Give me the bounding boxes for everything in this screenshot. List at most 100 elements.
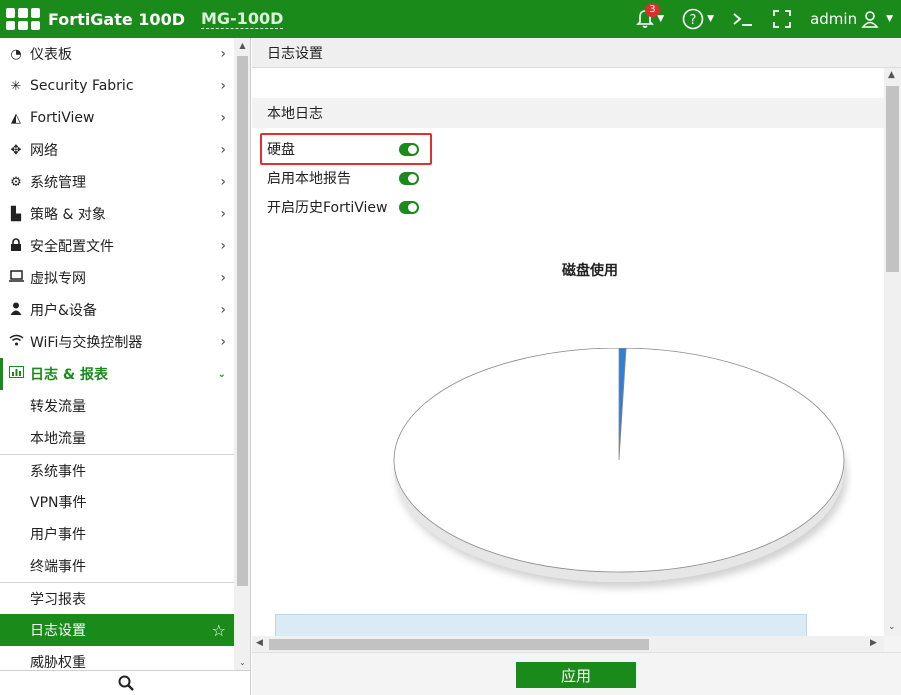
toggle-label: 硬盘 <box>267 142 295 158</box>
sidebar-item-log-report[interactable]: 日志 & 报表 ⌄ <box>0 358 234 390</box>
info-bar <box>275 614 807 636</box>
scroll-up-icon[interactable]: ▲ <box>234 41 250 50</box>
sidebar-subitem-label: 终端事件 <box>30 559 86 575</box>
sidebar-subitem-label: 本地流量 <box>30 431 86 447</box>
network-icon: ✥ <box>10 142 22 158</box>
sidebar-item-label: Security Fabric <box>30 78 134 94</box>
sidebar-subitem-log-settings[interactable]: 日志设置 ☆ <box>0 614 234 646</box>
gear-icon: ⚙ <box>10 174 22 190</box>
pie-group <box>393 348 845 582</box>
sidebar-subitem-label: 威胁权重 <box>30 655 86 671</box>
sidebar-item-user-device[interactable]: 用户&设备 › <box>0 294 234 326</box>
sidebar-item-wifi-switch[interactable]: WiFi与交换控制器 › <box>0 326 234 358</box>
scroll-right-icon[interactable]: ▶ <box>870 638 877 648</box>
sidebar-subitem-user-events[interactable]: 用户事件 <box>0 518 234 550</box>
sidebar-item-policy-objects[interactable]: ▙ 策略 & 对象 › <box>0 198 234 230</box>
sidebar-subitem-system-events[interactable]: 系统事件 <box>0 454 234 486</box>
sidebar-subitem-label: 用户事件 <box>30 527 86 543</box>
sidebar-item-label: 仪表板 <box>30 47 72 63</box>
sidebar-item-dashboard[interactable]: ◔ 仪表板 › <box>0 38 234 70</box>
sidebar-item-network[interactable]: ✥ 网络 › <box>0 134 234 166</box>
sidebar-item-label: FortiView <box>30 110 95 126</box>
apply-button[interactable]: 应用 <box>516 662 636 688</box>
dashboard-icon: ◔ <box>10 46 22 62</box>
section-title-label: 本地日志 <box>267 106 323 122</box>
sidebar-subitem-local-traffic[interactable]: 本地流量 <box>0 422 234 454</box>
star-icon[interactable]: ☆ <box>212 621 226 640</box>
toggle-row-historical-fortiview: 开启历史FortiView <box>267 196 419 218</box>
scroll-down-icon[interactable]: ⌄ <box>234 658 250 667</box>
hostname-link[interactable]: MG-100D <box>200 9 284 29</box>
toggle-label: 启用本地报告 <box>267 171 351 187</box>
chevron-right-icon: › <box>220 78 226 94</box>
user-icon <box>8 302 24 319</box>
chevron-down-icon: ▼ <box>886 14 893 24</box>
horizontal-scrollbar-thumb[interactable] <box>269 639 649 650</box>
chevron-down-icon: ▼ <box>657 14 665 24</box>
vpn-icon <box>8 270 24 286</box>
notifications-button[interactable]: 3 ▼ <box>636 3 665 29</box>
toggle-label: 开启历史FortiView <box>267 200 388 216</box>
local-report-toggle[interactable] <box>399 171 419 185</box>
chevron-right-icon: › <box>220 270 226 286</box>
sidebar-item-label: 系统管理 <box>30 175 86 191</box>
sidebar-item-label: 日志 & 报表 <box>30 367 108 383</box>
chevron-right-icon: › <box>220 110 226 126</box>
scroll-left-icon[interactable]: ◀ <box>256 638 263 648</box>
sidebar-item-label: 虚拟专网 <box>30 271 86 287</box>
help-icon: ? <box>682 8 704 30</box>
chart-title: 磁盘使用 <box>562 263 618 279</box>
user-menu-button[interactable]: admin ▼ <box>810 10 893 28</box>
search-icon <box>118 675 134 691</box>
page-header: 日志设置 <box>252 38 901 68</box>
page-title: 日志设置 <box>267 45 323 62</box>
sidebar-subitem-forward-traffic[interactable]: 转发流量 <box>0 390 234 422</box>
disk-usage-pie-chart <box>393 348 845 582</box>
sidebar-scrollbar[interactable]: ▲ ⌄ <box>234 38 250 670</box>
help-button[interactable]: ? ▼ <box>682 8 714 30</box>
fullscreen-button[interactable] <box>772 9 792 29</box>
policy-icon: ▙ <box>11 206 21 222</box>
sidebar-subitem-endpoint-events[interactable]: 终端事件 <box>0 550 234 582</box>
svg-text:?: ? <box>690 13 697 28</box>
chevron-right-icon: › <box>220 302 226 318</box>
sidebar-subitem-vpn-events[interactable]: VPN事件 <box>0 486 234 518</box>
sidebar-scrollbar-thumb[interactable] <box>237 56 248 586</box>
scroll-down-icon[interactable]: ⌄ <box>888 622 896 632</box>
lock-icon <box>8 237 24 255</box>
user-icon <box>861 11 879 28</box>
chevron-down-icon: ▼ <box>707 14 715 24</box>
cli-console-icon <box>733 13 753 26</box>
sidebar-subitem-label: VPN事件 <box>30 495 87 511</box>
sidebar-item-security-fabric[interactable]: ✳ Security Fabric › <box>0 70 234 102</box>
sidebar-subitem-learning-report[interactable]: 学习报表 <box>0 582 234 614</box>
pie-slice[interactable] <box>393 348 845 573</box>
cli-console-button[interactable] <box>732 11 754 27</box>
sidebar-item-label: 策略 & 对象 <box>30 207 106 223</box>
security-fabric-icon: ✳ <box>10 78 22 94</box>
nav-list: ◔ 仪表板 › ✳ Security Fabric › ◭ FortiView … <box>0 38 234 678</box>
historical-fortiview-toggle[interactable] <box>399 200 419 214</box>
sidebar-item-fortiview[interactable]: ◭ FortiView › <box>0 102 234 134</box>
fortinet-logo-icon <box>6 8 40 30</box>
notification-badge: 3 <box>645 3 660 17</box>
sidebar-item-vpn[interactable]: 虚拟专网 › <box>0 262 234 294</box>
fortiview-icon: ◭ <box>11 110 21 126</box>
chevron-right-icon: › <box>220 174 226 190</box>
footer-bar: 应用 <box>252 652 901 695</box>
content-vertical-scrollbar[interactable]: ▲ ⌄ <box>884 68 901 636</box>
log-report-icon <box>8 366 24 382</box>
chevron-right-icon: › <box>220 334 226 350</box>
sidebar-search-button[interactable] <box>0 670 250 695</box>
sidebar-subitem-label: 转发流量 <box>30 399 86 415</box>
disk-log-toggle[interactable] <box>399 142 419 156</box>
sidebar-item-security-profiles[interactable]: 安全配置文件 › <box>0 230 234 262</box>
sidebar-item-label: 用户&设备 <box>30 303 97 319</box>
vertical-scrollbar-thumb[interactable] <box>886 86 899 272</box>
sidebar-item-system[interactable]: ⚙ 系统管理 › <box>0 166 234 198</box>
fullscreen-icon <box>773 10 791 28</box>
scroll-up-icon[interactable]: ▲ <box>888 70 895 80</box>
content-horizontal-scrollbar[interactable]: ◀ ▶ <box>252 636 884 652</box>
chevron-right-icon: › <box>220 142 226 158</box>
main-panel: 日志设置 本地日志 硬盘 启用本地报告 开启历史FortiView 磁盘使用 ▲… <box>252 38 901 695</box>
